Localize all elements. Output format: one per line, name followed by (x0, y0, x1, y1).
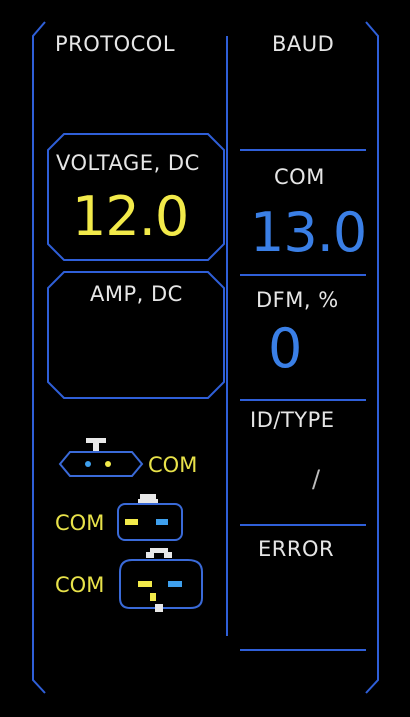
connector-2-icon (117, 494, 183, 541)
dfm-value: 0 (268, 317, 302, 380)
id-type-value: / (312, 465, 321, 493)
connector-1-icon (58, 438, 144, 477)
protocol-label: PROTOCOL (55, 32, 176, 56)
com-label: COM (274, 165, 325, 189)
amp-label: AMP, DC (90, 282, 183, 306)
dfm-label: DFM, % (256, 288, 339, 312)
voltage-label: VOLTAGE, DC (56, 151, 200, 175)
connector-3-label: COM (55, 573, 105, 597)
error-label: ERROR (258, 537, 335, 561)
voltage-value: 12.0 (72, 185, 189, 248)
com-value: 13.0 (250, 201, 367, 264)
connector-1-label: COM (148, 453, 198, 477)
baud-label: BAUD (272, 32, 335, 56)
id-type-label: ID/TYPE (250, 408, 335, 432)
connector-2-label: COM (55, 511, 105, 535)
connector-3-icon (119, 548, 203, 612)
